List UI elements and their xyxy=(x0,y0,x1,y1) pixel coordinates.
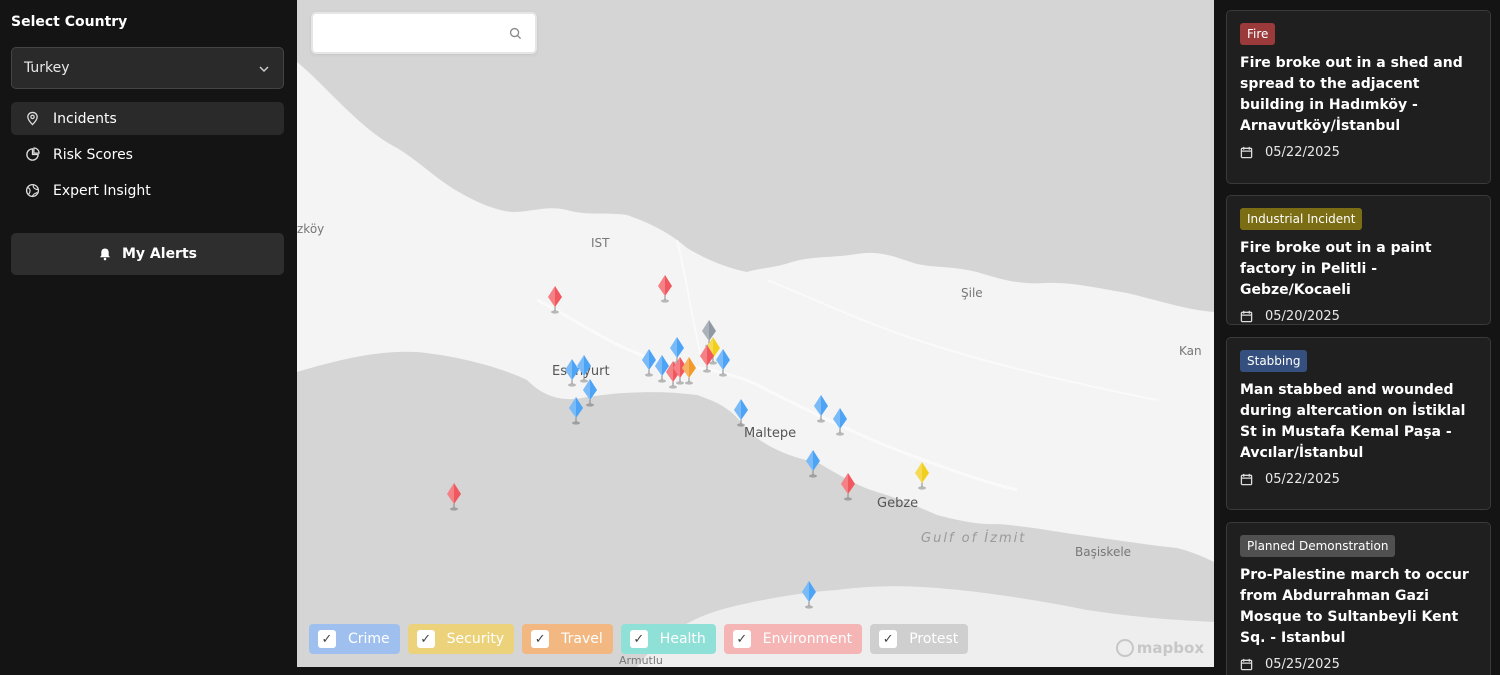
calendar-icon xyxy=(1240,658,1253,671)
incident-marker[interactable] xyxy=(567,396,585,426)
select-country-label: Select Country xyxy=(11,14,128,30)
map-label: Kan xyxy=(1179,344,1202,358)
nav-item-label: Risk Scores xyxy=(53,146,133,163)
map-label: Şile xyxy=(961,286,983,300)
incident-marker[interactable] xyxy=(804,449,822,479)
filter-label: Protest xyxy=(909,631,959,647)
map-label: Gebze xyxy=(877,496,919,511)
mapbox-logo[interactable]: mapbox xyxy=(1115,639,1204,657)
incident-marker[interactable] xyxy=(913,461,931,491)
incident-title: Fire broke out in a shed and spread to t… xyxy=(1240,55,1463,134)
map-view[interactable]: IST Esenyurt Maltepe Gebze Gulf of İzmit… xyxy=(297,0,1214,667)
map-label: IST xyxy=(591,236,610,250)
filter-health[interactable]: ✓ Health xyxy=(620,624,716,654)
map-label: Armutlu xyxy=(619,654,663,667)
calendar-icon xyxy=(1240,473,1253,486)
category-badge: Planned Demonstration xyxy=(1240,535,1396,557)
incident-date-text: 05/25/2025 xyxy=(1265,657,1340,672)
search-icon[interactable] xyxy=(509,27,522,40)
chevron-down-icon xyxy=(259,66,269,73)
calendar-icon xyxy=(1240,310,1253,323)
checkbox-icon[interactable]: ✓ xyxy=(629,630,648,648)
bell-icon xyxy=(100,248,110,261)
filter-environment[interactable]: ✓ Environment xyxy=(723,624,863,654)
checkbox-icon[interactable]: ✓ xyxy=(416,630,435,648)
category-badge: Fire xyxy=(1240,23,1276,45)
calendar-icon xyxy=(1240,146,1253,159)
incident-marker[interactable] xyxy=(445,482,463,512)
nav-item-risk-scores[interactable]: Risk Scores xyxy=(11,138,284,171)
country-select[interactable]: Turkey xyxy=(11,47,284,89)
mapbox-attribution: mapbox xyxy=(1136,639,1204,657)
filter-label: Security xyxy=(446,631,505,647)
category-filters: ✓ Crime ✓ Security ✓ Travel ✓ Health ✓ Enviro… xyxy=(309,624,969,654)
nav-item-expert-insight[interactable]: Expert Insight xyxy=(11,174,284,207)
map-basemap xyxy=(297,0,1214,667)
incident-marker[interactable] xyxy=(656,274,674,304)
filter-label: Health xyxy=(659,631,706,647)
nav-item-label: Expert Insight xyxy=(53,182,151,199)
incident-date: 05/20/2025 xyxy=(1240,309,1478,324)
incident-date-text: 05/20/2025 xyxy=(1265,309,1340,324)
incident-marker[interactable] xyxy=(546,285,564,315)
incident-feed: Fire Fire broke out in a shed and spread… xyxy=(1214,0,1500,675)
filter-security[interactable]: ✓ Security xyxy=(407,624,515,654)
globe-icon xyxy=(25,183,40,198)
incident-marker[interactable] xyxy=(839,472,857,502)
nav-item-incidents[interactable]: Incidents xyxy=(11,102,284,135)
incident-title: Man stabbed and wounded during altercati… xyxy=(1240,382,1466,461)
incident-card[interactable]: Planned Demonstration Pro-Palestine marc… xyxy=(1226,522,1491,675)
nav-item-label: Incidents xyxy=(53,110,117,127)
filter-label: Crime xyxy=(348,631,390,647)
filter-label: Travel xyxy=(561,631,603,647)
incident-marker[interactable] xyxy=(800,580,818,610)
checkbox-icon[interactable]: ✓ xyxy=(879,630,898,648)
incident-date: 05/22/2025 xyxy=(1240,145,1478,160)
map-label: Başiskele xyxy=(1075,545,1132,559)
incident-date: 05/22/2025 xyxy=(1240,472,1478,487)
incident-marker[interactable] xyxy=(714,348,732,378)
checkbox-icon[interactable]: ✓ xyxy=(732,630,751,648)
filter-label: Environment xyxy=(762,631,853,647)
my-alerts-button[interactable]: My Alerts xyxy=(11,233,284,275)
incident-title: Fire broke out in a paint factory in Pel… xyxy=(1240,240,1432,298)
map-search-box[interactable] xyxy=(311,12,537,54)
checkbox-icon[interactable]: ✓ xyxy=(318,630,336,648)
checkbox-icon[interactable]: ✓ xyxy=(531,630,550,648)
filter-travel[interactable]: ✓ Travel xyxy=(522,624,613,654)
incident-card[interactable]: Stabbing Man stabbed and wounded during … xyxy=(1226,337,1491,510)
filter-protest[interactable]: ✓ Protest xyxy=(870,624,969,654)
incident-marker[interactable] xyxy=(680,356,698,386)
country-select-value: Turkey xyxy=(24,60,70,76)
incident-card[interactable]: Fire Fire broke out in a shed and spread… xyxy=(1226,10,1491,184)
my-alerts-label: My Alerts xyxy=(122,246,197,262)
map-label: Maltepe xyxy=(744,426,797,441)
mapbox-logo-icon xyxy=(1115,639,1134,657)
map-label: zköy xyxy=(297,222,325,236)
location-pin-icon xyxy=(27,111,38,126)
filter-crime[interactable]: ✓ Crime xyxy=(309,624,400,654)
map-label: Gulf of İzmit xyxy=(921,531,1027,546)
incident-card[interactable]: Industrial Incident Fire broke out in a … xyxy=(1226,195,1491,325)
incident-title: Pro-Palestine march to occur from Abdurr… xyxy=(1240,567,1469,646)
incident-marker[interactable] xyxy=(831,407,849,437)
incident-date: 05/25/2025 xyxy=(1240,657,1478,672)
sidebar: Select Country Turkey Incidents Risk Sco… xyxy=(0,0,296,675)
incident-marker[interactable] xyxy=(732,398,750,428)
incident-date-text: 05/22/2025 xyxy=(1265,145,1340,160)
category-badge: Stabbing xyxy=(1240,350,1308,372)
map-search-input[interactable] xyxy=(313,14,503,52)
category-badge: Industrial Incident xyxy=(1240,208,1363,230)
incident-date-text: 05/22/2025 xyxy=(1265,472,1340,487)
incident-marker[interactable] xyxy=(812,394,830,424)
pie-chart-icon xyxy=(26,147,40,161)
